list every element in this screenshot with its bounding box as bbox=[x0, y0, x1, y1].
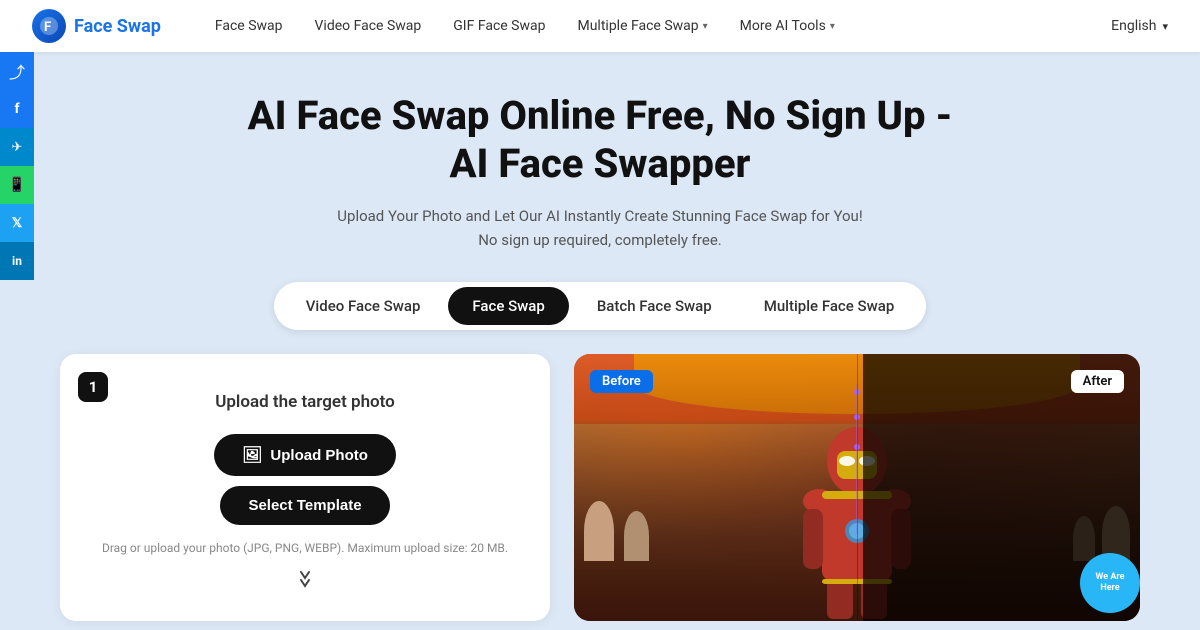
hero-title: AI Face Swap Online Free, No Sign Up -AI… bbox=[248, 92, 953, 188]
upload-hint: Drag or upload your photo (JPG, PNG, WEB… bbox=[84, 541, 526, 555]
upload-buttons: 🖼 Upload Photo Select Template bbox=[84, 434, 526, 525]
language-label: English bbox=[1111, 18, 1156, 34]
nav-multiple-face-swap[interactable]: Multiple Face Swap ▾ bbox=[563, 12, 721, 40]
svg-text:F: F bbox=[44, 20, 51, 35]
logo[interactable]: F Face Swap bbox=[32, 9, 161, 43]
tab-batch-face-swap[interactable]: Batch Face Swap bbox=[573, 287, 736, 325]
social-sidebar: ⤴ f ✈ 📱 𝕏 in bbox=[0, 52, 34, 280]
facebook-button[interactable]: f bbox=[0, 90, 34, 128]
chevron-down-icon: ▾ bbox=[703, 21, 708, 32]
upload-photo-icon: 🖼 bbox=[242, 445, 262, 465]
share-button[interactable]: ⤴ bbox=[0, 52, 34, 90]
preview-image: Before After We Are Here bbox=[574, 354, 1140, 621]
chevron-down-icon: ▾ bbox=[830, 21, 835, 32]
whatsapp-button[interactable]: 📱 bbox=[0, 166, 34, 204]
tab-multiple-face-swap[interactable]: Multiple Face Swap bbox=[740, 287, 919, 325]
upload-title: Upload the target photo bbox=[84, 384, 526, 412]
language-selector[interactable]: English ▾ bbox=[1111, 18, 1168, 34]
before-label: Before bbox=[590, 370, 653, 393]
telegram-button[interactable]: ✈ bbox=[0, 128, 34, 166]
nav-more-ai-tools[interactable]: More AI Tools ▾ bbox=[726, 12, 849, 40]
upload-photo-button[interactable]: 🖼 Upload Photo bbox=[214, 434, 396, 476]
twitter-button[interactable]: 𝕏 bbox=[0, 204, 34, 242]
logo-icon: F bbox=[32, 9, 66, 43]
nav-video-face-swap[interactable]: Video Face Swap bbox=[301, 12, 436, 40]
upload-panel: 1 Upload the target photo 🖼 Upload Photo… bbox=[60, 354, 550, 621]
select-template-button[interactable]: Select Template bbox=[220, 486, 390, 525]
preview-panel: Before After We Are Here bbox=[574, 354, 1140, 621]
hero-subtitle: Upload Your Photo and Let Our AI Instant… bbox=[337, 204, 862, 252]
tab-video-face-swap[interactable]: Video Face Swap bbox=[282, 287, 445, 325]
watermark-badge: We Are Here bbox=[1080, 553, 1140, 613]
step-badge: 1 bbox=[78, 372, 108, 402]
tab-face-swap[interactable]: Face Swap bbox=[448, 287, 568, 325]
chevron-down-icon: ▾ bbox=[1162, 20, 1168, 33]
after-label: After bbox=[1071, 370, 1124, 393]
nav-links: Face Swap Video Face Swap GIF Face Swap … bbox=[201, 12, 1111, 40]
logo-text: Face Swap bbox=[74, 16, 161, 37]
scroll-down-indicator bbox=[84, 567, 526, 591]
navbar: F Face Swap Face Swap Video Face Swap GI… bbox=[0, 0, 1200, 52]
tool-area: 1 Upload the target photo 🖼 Upload Photo… bbox=[60, 354, 1140, 621]
main-content: AI Face Swap Online Free, No Sign Up -AI… bbox=[0, 52, 1200, 621]
nav-face-swap[interactable]: Face Swap bbox=[201, 12, 297, 40]
nav-gif-face-swap[interactable]: GIF Face Swap bbox=[439, 12, 559, 40]
tab-bar: Video Face Swap Face Swap Batch Face Swa… bbox=[274, 282, 927, 330]
linkedin-button[interactable]: in bbox=[0, 242, 34, 280]
